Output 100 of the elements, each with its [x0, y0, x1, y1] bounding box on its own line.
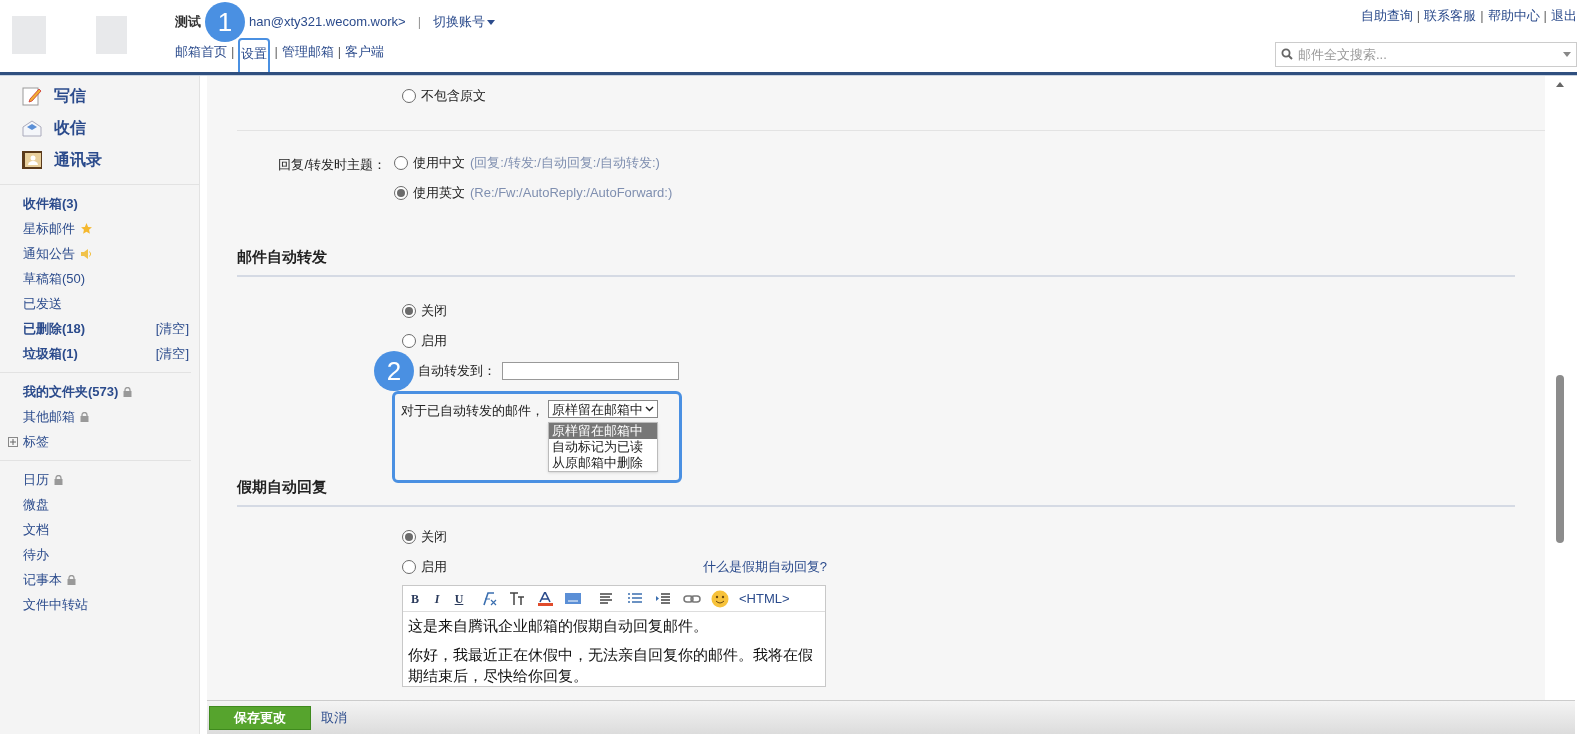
editor-content[interactable]: 这是来自腾讯企业邮箱的假期自动回复邮件。 你好，我最近正在休假中，无法亲自回复你的邮件。我将在假期结束后，尽快给你回复。 — [403, 612, 825, 686]
folder-link[interactable]: 记事本 — [23, 569, 62, 590]
folder-link[interactable]: 已删除(18) — [23, 318, 86, 339]
star-icon — [80, 222, 93, 235]
dropdown-option[interactable]: 从原邮箱中删除 — [549, 455, 657, 471]
scrollbar-thumb[interactable] — [1556, 375, 1564, 543]
expand-icon[interactable] — [8, 436, 18, 447]
caret-icon — [487, 19, 496, 25]
list-icon[interactable] — [627, 591, 645, 606]
dropdown-caret-icon — [1563, 51, 1571, 57]
lock-icon — [123, 386, 133, 397]
folder-link[interactable]: 已发送 — [23, 293, 62, 314]
radio-button[interactable] — [394, 156, 408, 170]
cancel-link[interactable]: 取消 — [321, 707, 347, 728]
search-field[interactable]: 邮件全文搜索... — [1275, 41, 1577, 67]
folder-link[interactable]: 文档 — [23, 519, 49, 540]
radio-label: 关闭 — [421, 302, 447, 321]
nav-link[interactable]: 邮箱首页 — [175, 42, 227, 62]
envelope-icon — [22, 119, 42, 137]
lock-icon — [80, 411, 89, 422]
action-select[interactable]: 原样留在邮箱中 — [548, 400, 658, 418]
top-link[interactable]: 联系客服 — [1424, 6, 1477, 26]
contact-card-icon — [22, 151, 42, 169]
forward-address-field[interactable] — [502, 362, 679, 380]
dropdown-option[interactable]: 自动标记为已读 — [549, 439, 657, 455]
folder-link[interactable]: 草稿箱(50) — [23, 268, 86, 289]
dropdown-option[interactable]: 原样留在邮箱中 — [549, 423, 657, 439]
radio-button[interactable] — [402, 304, 416, 318]
format-button[interactable]: I — [431, 589, 443, 608]
highlight-color-icon[interactable] — [565, 591, 583, 606]
radio-label: 使用中文 — [413, 154, 465, 173]
html-mode-button[interactable]: <HTML> — [739, 588, 790, 609]
folder-link[interactable]: 星标邮件 — [23, 218, 75, 239]
radio-button[interactable] — [402, 560, 416, 574]
lock-icon — [67, 574, 76, 585]
account-email: han@xty321.wecom.work> — [249, 13, 406, 32]
separator-text: | — [1416, 7, 1421, 25]
top-link[interactable]: 自助查询 — [1360, 6, 1413, 26]
nav-link[interactable]: 客户端 — [345, 42, 385, 62]
nav-link[interactable]: 管理邮箱 — [281, 42, 334, 62]
lock-icon — [54, 474, 63, 485]
hint-text: (回复:/转发:/自动回复:/自动转发:) — [470, 154, 660, 173]
sidebar-action-link[interactable]: 收信 — [54, 116, 86, 140]
separator-text: | — [231, 43, 235, 62]
sidebar-action-link[interactable]: 写信 — [54, 84, 86, 108]
folder-link[interactable]: 垃圾箱(1) — [23, 343, 78, 364]
section-heading: 假期自动回复 — [237, 478, 327, 495]
nav-link[interactable]: 设置 — [241, 46, 268, 61]
separator-text: | — [1543, 7, 1547, 25]
editor-paragraph: 这是来自腾讯企业邮箱的假期自动回复邮件。 — [408, 616, 709, 636]
indent-icon[interactable] — [655, 591, 673, 606]
folder-link[interactable]: 待办 — [23, 544, 49, 565]
speaker-icon — [80, 247, 92, 260]
separator-text: | — [274, 43, 278, 62]
section-heading: 邮件自动转发 — [237, 248, 327, 265]
sidebar-action-link[interactable]: 通讯录 — [54, 148, 102, 172]
radio-button[interactable] — [402, 334, 416, 348]
radio-label: 不包含原文 — [421, 87, 486, 106]
folder-link[interactable]: 我的文件夹(573) — [23, 381, 119, 402]
editor-paragraph: 你好，我最近正在休假中，无法亲自回复你的邮件。我将在假期结束后，尽快给你回复。 — [408, 645, 814, 686]
top-link[interactable]: 帮助中心 — [1487, 6, 1540, 26]
folder-link[interactable]: 其他邮箱 — [23, 406, 75, 427]
scroll-up-arrow-icon[interactable] — [1556, 82, 1564, 87]
field-label: 自动转发到： — [418, 362, 496, 381]
radio-label: 启用 — [421, 332, 447, 351]
clear-link[interactable]: [清空] — [155, 343, 189, 364]
separator-text: | — [337, 43, 342, 62]
radio-label: 启用 — [421, 558, 447, 577]
search-icon — [1281, 47, 1293, 60]
separator-text: | — [1480, 7, 1484, 25]
notepad-pencil-icon — [22, 86, 42, 106]
radio-label: 使用英文 — [413, 184, 465, 203]
field-label: 对于已自动转发的邮件， — [401, 402, 544, 420]
radio-button[interactable] — [394, 186, 408, 200]
help-link[interactable]: 什么是假期自动回复? — [702, 557, 827, 577]
format-button[interactable]: B — [409, 589, 421, 608]
field-label: 回复/转发时主题： — [277, 156, 387, 174]
top-link[interactable]: 退出 — [1551, 6, 1577, 26]
radio-button[interactable] — [402, 89, 416, 103]
font-color-icon[interactable] — [537, 591, 555, 606]
font-size-icon[interactable] — [509, 591, 527, 606]
account-name: 测试 — [175, 13, 201, 32]
folder-link[interactable]: 通知公告 — [23, 243, 75, 264]
callout-badge: 2 — [374, 351, 414, 391]
folder-link[interactable]: 日历 — [23, 469, 49, 490]
folder-link[interactable]: 文件中转站 — [23, 594, 88, 615]
smiley-icon[interactable] — [711, 589, 729, 608]
chevron-down-icon — [645, 406, 654, 412]
folder-link[interactable]: 微盘 — [23, 494, 49, 515]
divider-text: | — [417, 13, 422, 32]
folder-link[interactable]: 收件箱(3) — [23, 193, 78, 214]
callout-badge: 1 — [205, 2, 245, 42]
clear-format-icon[interactable] — [481, 591, 499, 606]
clear-link[interactable]: [清空] — [155, 318, 189, 339]
hint-text: (Re:/Fw:/AutoReply:/AutoForward:) — [470, 184, 673, 203]
switch-account-button[interactable]: 切换账号 — [433, 12, 496, 32]
folder-link[interactable]: 标签 — [23, 431, 49, 452]
radio-label: 关闭 — [421, 528, 447, 547]
format-button[interactable]: U — [453, 589, 465, 608]
radio-button[interactable] — [402, 530, 416, 544]
